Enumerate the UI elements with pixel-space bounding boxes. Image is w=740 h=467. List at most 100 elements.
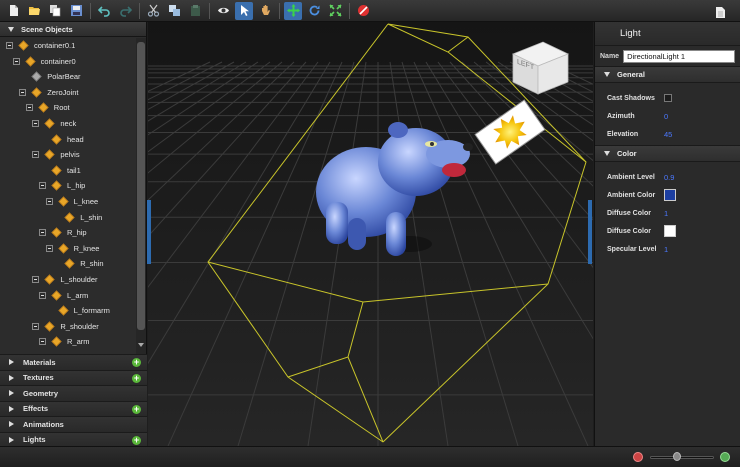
scene-objects-header[interactable]: Scene Objects <box>0 22 146 37</box>
expand-arrow-icon[interactable] <box>9 436 14 443</box>
scroll-down-arrow-icon[interactable] <box>138 343 144 347</box>
tree-item[interactable]: R_arm <box>39 334 90 349</box>
tree-scroll-thumb[interactable] <box>137 42 145 330</box>
cut-icon[interactable] <box>144 2 162 20</box>
rotate-icon[interactable] <box>305 2 323 20</box>
document-icon[interactable] <box>711 3 729 21</box>
specular-level-value[interactable]: 1 <box>664 245 668 254</box>
tree-item[interactable]: neck <box>32 116 76 131</box>
tree-item[interactable]: R_knee <box>45 241 99 256</box>
main-toolbar <box>0 0 740 22</box>
ambient-level-value[interactable]: 0.9 <box>664 173 674 182</box>
tree-item-label: PolarBear <box>47 72 81 82</box>
collapse-toggle-icon[interactable] <box>6 42 13 49</box>
section-textures[interactable]: Textures + <box>0 369 147 385</box>
duplicate-icon[interactable] <box>165 2 183 20</box>
tree-item[interactable]: L_formarm <box>46 303 110 318</box>
general-section-title: General <box>617 70 645 79</box>
section-lights[interactable]: Lights + <box>0 431 147 447</box>
name-input[interactable] <box>623 49 736 63</box>
tree-item[interactable]: R_hip <box>39 225 87 240</box>
tree-item[interactable]: container0.1 <box>6 38 75 53</box>
left-splitter-handle[interactable] <box>147 200 151 264</box>
cast-shadows-checkbox[interactable] <box>664 94 672 102</box>
general-section-header[interactable]: General <box>595 66 740 83</box>
section-geometry[interactable]: Geometry <box>0 385 147 401</box>
collapse-arrow-icon[interactable] <box>604 151 610 156</box>
elevation-value[interactable]: 45 <box>664 130 672 139</box>
tree-item[interactable]: L_shoulder <box>32 272 98 287</box>
collapse-toggle-icon[interactable] <box>32 151 40 159</box>
expand-arrow-icon[interactable] <box>9 359 14 366</box>
eye-icon[interactable] <box>214 2 232 20</box>
right-splitter-handle[interactable] <box>588 200 592 264</box>
tree-item[interactable]: R_shin <box>52 256 104 271</box>
zoom-in-icon[interactable] <box>720 452 730 462</box>
tree-item[interactable]: pelvis <box>32 147 80 162</box>
save-icon[interactable] <box>67 2 85 20</box>
paste-icon[interactable] <box>186 2 204 20</box>
section-effects[interactable]: Effects + <box>0 400 147 416</box>
collapse-arrow-icon[interactable] <box>8 26 14 32</box>
zoom-slider-track[interactable] <box>650 456 714 459</box>
stop-icon[interactable] <box>354 2 372 20</box>
move-icon[interactable] <box>284 1 302 20</box>
expand-arrow-icon[interactable] <box>9 390 14 397</box>
section-animations[interactable]: Animations <box>0 416 147 432</box>
tree-item[interactable]: tail1 <box>39 163 81 178</box>
undo-icon[interactable] <box>95 2 113 20</box>
collapse-toggle-icon[interactable] <box>39 291 46 299</box>
tree-item[interactable]: head <box>39 132 84 147</box>
add-icon[interactable]: + <box>132 358 141 367</box>
tree-item[interactable]: L_hip <box>39 178 85 193</box>
pan-hand-icon[interactable] <box>256 2 274 20</box>
tree-item[interactable]: container0 <box>12 54 76 69</box>
collapse-toggle-icon[interactable] <box>39 338 46 346</box>
ambient-color-swatch[interactable] <box>664 189 676 201</box>
scale-icon[interactable] <box>326 2 344 20</box>
zoom-out-icon[interactable] <box>633 452 643 462</box>
cast-shadows-row: Cast Shadows <box>595 89 740 107</box>
tree-item[interactable]: R_shoulder <box>32 319 99 334</box>
collapse-toggle-icon[interactable] <box>32 120 40 127</box>
diffuse-color-value[interactable]: 1 <box>664 209 668 218</box>
collapse-toggle-icon[interactable] <box>45 198 53 205</box>
new-file-icon[interactable] <box>4 2 22 20</box>
collapse-toggle-icon[interactable] <box>12 57 20 65</box>
collapse-toggle-icon[interactable] <box>45 244 53 252</box>
collapse-arrow-icon[interactable] <box>604 72 610 77</box>
scene-canvas[interactable]: LEFT <box>148 22 593 446</box>
redo-icon[interactable] <box>116 2 134 20</box>
add-icon[interactable]: + <box>132 435 141 445</box>
add-icon[interactable]: + <box>132 373 141 383</box>
expand-arrow-icon[interactable] <box>9 405 14 412</box>
azimuth-value[interactable]: 0 <box>664 112 668 121</box>
open-folder-icon[interactable] <box>25 2 43 20</box>
3d-viewport[interactable]: LEFT <box>148 22 593 446</box>
color-section-header[interactable]: Color <box>595 145 740 162</box>
tree-item-label: L_formarm <box>73 306 110 316</box>
tree-item[interactable]: ZeroJoint <box>19 85 78 100</box>
select-arrow-icon[interactable] <box>235 1 253 20</box>
tree-item[interactable]: PolarBear <box>19 69 81 84</box>
collapse-toggle-icon[interactable] <box>32 322 40 330</box>
tree-item-label: neck <box>60 119 77 128</box>
diffuse-color-swatch[interactable] <box>664 225 676 237</box>
tree-item-label: container0 <box>40 56 76 66</box>
collapse-toggle-icon[interactable] <box>39 229 46 237</box>
collapse-toggle-icon[interactable] <box>39 182 46 190</box>
collapse-toggle-icon[interactable] <box>25 104 33 112</box>
collapse-toggle-icon[interactable] <box>32 276 40 283</box>
tree-scrollbar[interactable] <box>136 38 146 354</box>
tree-item[interactable]: L_arm <box>39 288 88 303</box>
add-icon[interactable]: + <box>132 404 141 414</box>
copy-icon[interactable] <box>46 2 64 20</box>
expand-arrow-icon[interactable] <box>9 374 14 381</box>
tree-item[interactable]: Root <box>25 100 70 115</box>
tree-item[interactable]: L_knee <box>45 194 98 209</box>
expand-arrow-icon[interactable] <box>9 421 14 428</box>
collapse-toggle-icon[interactable] <box>19 88 27 96</box>
zoom-slider-thumb[interactable] <box>672 452 681 461</box>
section-materials[interactable]: Materials + <box>0 354 147 370</box>
tree-item[interactable]: L_shin <box>52 210 102 225</box>
